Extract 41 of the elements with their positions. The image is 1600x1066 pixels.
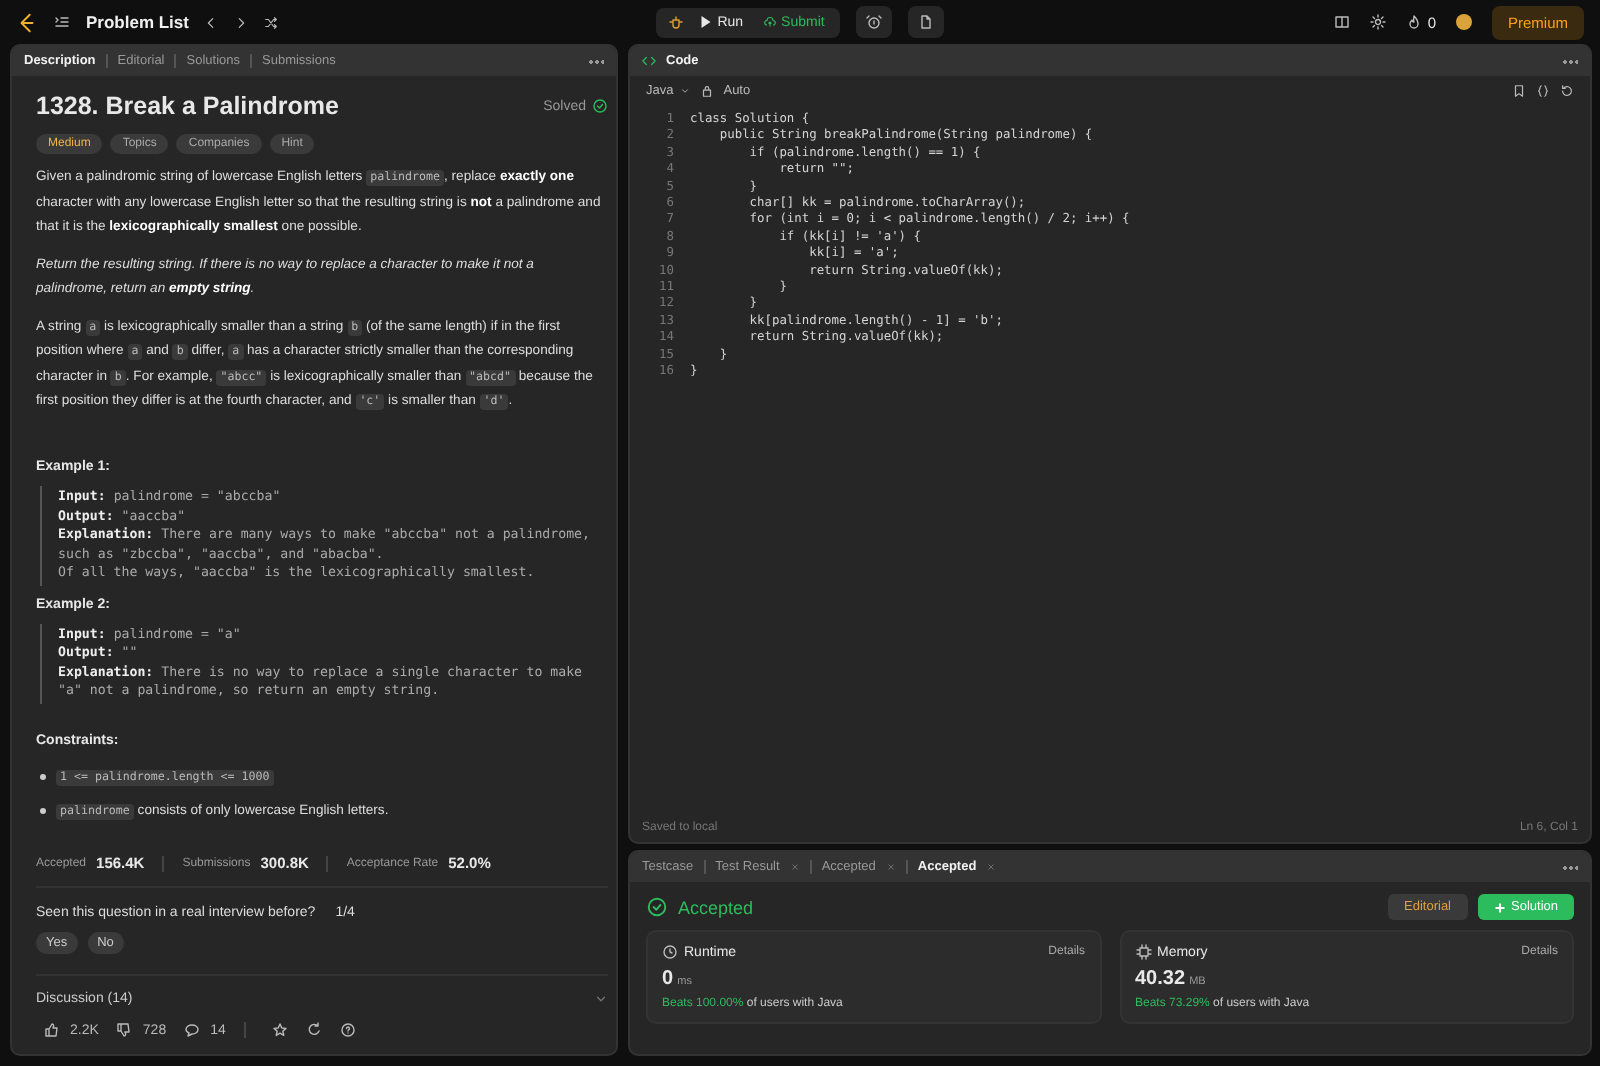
chevron-down-icon[interactable]: [594, 992, 608, 1006]
problem-list-link[interactable]: Problem List: [86, 12, 189, 32]
thumbs-up-icon[interactable]: [44, 1022, 60, 1038]
metric-value: 0: [662, 968, 674, 990]
result-status: Accepted: [678, 897, 754, 917]
bookmark-icon[interactable]: [1512, 84, 1526, 98]
document-icon: [918, 14, 935, 30]
star-icon[interactable]: [271, 1022, 288, 1038]
alarm-icon: [866, 14, 883, 30]
shuffle-icon[interactable]: [264, 15, 279, 29]
lock-icon: [699, 84, 714, 98]
comment-icon[interactable]: [184, 1022, 201, 1038]
close-icon[interactable]: [789, 862, 800, 872]
play-icon: [699, 16, 712, 28]
prev-icon[interactable]: [204, 15, 219, 29]
chip-icon: [1135, 944, 1151, 960]
notes-button[interactable]: [908, 6, 945, 38]
code-icon: [642, 54, 656, 68]
share-icon[interactable]: [305, 1022, 322, 1038]
metric-value: 40.32: [1135, 968, 1186, 990]
close-icon[interactable]: [885, 862, 896, 872]
timer-button[interactable]: [856, 6, 893, 38]
settings-icon[interactable]: [1369, 14, 1386, 30]
braces-icon[interactable]: [1536, 84, 1550, 98]
help-icon[interactable]: [339, 1022, 356, 1038]
bullet-icon: [40, 774, 46, 780]
close-icon[interactable]: [986, 862, 997, 872]
problem-title: 1328. Break a Palindrome: [36, 92, 341, 120]
chevron-down-icon[interactable]: [679, 86, 690, 96]
flame-icon[interactable]: [1405, 14, 1422, 30]
bug-icon[interactable]: [667, 14, 684, 30]
thumbs-down-icon[interactable]: [116, 1022, 133, 1038]
cloud-upload-icon: [763, 16, 776, 28]
next-icon[interactable]: [234, 15, 249, 29]
avatar[interactable]: [1456, 14, 1472, 30]
clock-icon: [662, 944, 678, 960]
reset-icon[interactable]: [1560, 84, 1574, 98]
layout-icon[interactable]: [1333, 14, 1350, 30]
bullet-icon: [40, 808, 46, 814]
plus-icon: [1493, 901, 1505, 913]
list-icon[interactable]: [54, 14, 70, 30]
